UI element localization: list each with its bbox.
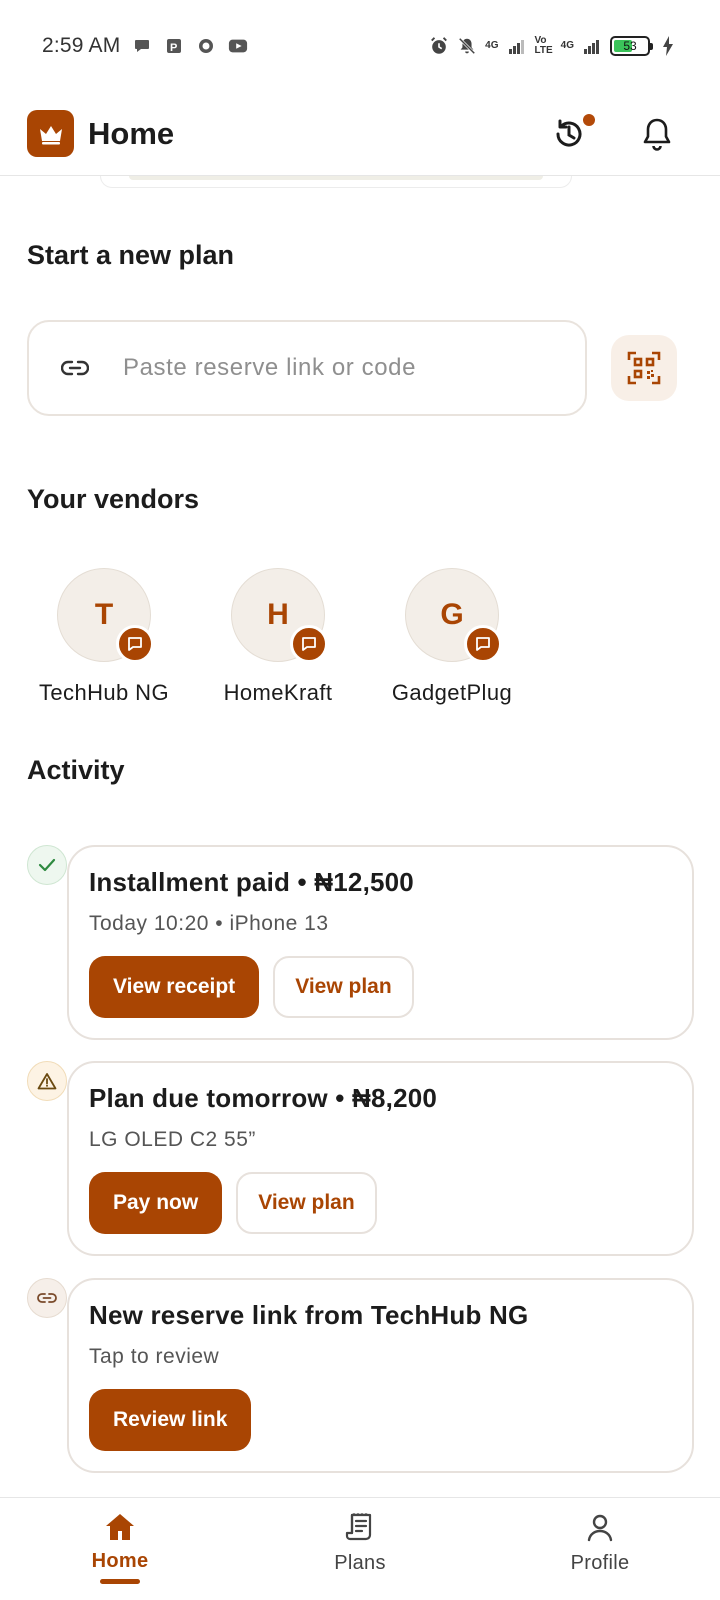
battery-percent: 53 (623, 39, 637, 53)
vendor-chat-button[interactable] (290, 625, 328, 663)
nav-item-home[interactable]: Home (40, 1512, 200, 1584)
collapsed-card-edge (100, 176, 572, 188)
app-notification-icon (196, 36, 216, 56)
network-label-1: 4G (485, 40, 499, 51)
chat-icon (476, 637, 490, 651)
qr-code-icon (627, 351, 661, 385)
youtube-icon (228, 36, 248, 56)
vendor-avatar: G (405, 568, 502, 663)
activity-title: Plan due tomorrow • ₦8,200 (89, 1083, 438, 1113)
parking-app-icon: P (164, 36, 184, 56)
receipt-icon (345, 1513, 372, 1541)
vendor-avatar: H (231, 568, 328, 663)
link-status-icon (27, 1278, 67, 1318)
activity-subtitle: Tap to review (89, 1345, 220, 1368)
vendor-name: HomeKraft (223, 680, 333, 705)
activity-actions: Review link (89, 1389, 672, 1451)
success-status-icon (27, 845, 67, 885)
active-tab-indicator (100, 1579, 140, 1584)
signal-icon (507, 36, 527, 56)
vendor-avatar: T (57, 568, 154, 663)
activity-card: Installment paid • ₦12,500 Today 10:20 •… (67, 845, 694, 1040)
vendors-heading: Your vendors (27, 484, 200, 514)
bell-icon (643, 118, 671, 151)
activity-heading: Activity (27, 755, 125, 785)
home-icon (106, 1514, 134, 1540)
reserve-link-input[interactable] (123, 354, 543, 382)
scan-qr-button[interactable] (611, 335, 677, 401)
status-bar-right: 4G Vo LTE 4G 53 (429, 36, 678, 56)
signal-icon-2 (582, 36, 602, 56)
activity-actions: Pay now View plan (89, 1172, 672, 1234)
activity-card: New reserve link from TechHub NG Tap to … (67, 1278, 694, 1473)
history-button[interactable] (547, 112, 595, 156)
nav-label-plans: Plans (334, 1552, 386, 1574)
link-icon (61, 360, 89, 376)
alarm-icon (429, 36, 449, 56)
pay-now-button[interactable]: Pay now (89, 1172, 223, 1234)
status-time: 2:59 AM (42, 34, 121, 57)
link-icon (37, 1293, 57, 1303)
view-plan-button[interactable]: View plan (273, 956, 414, 1018)
page-title: Home (88, 115, 175, 151)
status-bar: 2:59 AM P 4G Vo LTE 4G 53 (0, 0, 720, 92)
vendor-item[interactable]: T TechHub NG (16, 568, 192, 706)
vendor-item[interactable]: H HomeKraft (190, 568, 366, 706)
app-bar: Home (0, 92, 720, 176)
reserve-link-field[interactable] (27, 320, 587, 416)
vendor-chat-button[interactable] (464, 625, 502, 663)
vendor-initial: H (267, 598, 289, 631)
history-icon (556, 119, 582, 147)
nav-label-profile: Profile (570, 1552, 630, 1574)
network-indicator-2: 4G (561, 41, 574, 51)
vendor-item[interactable]: G GadgetPlug (364, 568, 540, 706)
mute-bell-icon (457, 36, 477, 56)
chat-notification-icon (132, 36, 152, 56)
nav-item-plans[interactable]: Plans (280, 1512, 440, 1575)
vendor-initial: G (440, 598, 464, 631)
volte-label: Vo LTE (534, 35, 553, 56)
notification-dot (583, 113, 595, 126)
vendor-name: GadgetPlug (391, 680, 513, 705)
activity-subtitle: Today 10:20 • iPhone 13 (89, 912, 329, 935)
review-link-button[interactable]: Review link (89, 1389, 252, 1451)
nav-item-profile[interactable]: Profile (520, 1512, 680, 1575)
chat-icon (302, 637, 316, 651)
warning-status-icon (27, 1061, 67, 1101)
check-icon (38, 858, 56, 872)
bottom-navigation: Home Plans Profile (0, 1497, 720, 1600)
activity-title: Installment paid • ₦12,500 (89, 867, 414, 897)
activity-card: Plan due tomorrow • ₦8,200 LG OLED C2 55… (67, 1061, 694, 1256)
volte-indicator: Vo LTE (535, 36, 553, 56)
crown-icon (27, 110, 74, 157)
svg-text:P: P (170, 42, 177, 54)
charging-icon (658, 36, 678, 56)
nav-label-home: Home (91, 1550, 149, 1572)
notifications-button[interactable] (635, 112, 679, 156)
warning-icon (37, 1073, 57, 1090)
chat-icon (128, 637, 142, 651)
vendor-name: TechHub NG (39, 680, 169, 705)
start-plan-heading: Start a new plan (27, 240, 235, 270)
network-label-2: 4G (560, 40, 574, 51)
activity-actions: View receipt View plan (89, 956, 672, 1018)
activity-subtitle: LG OLED C2 55” (89, 1128, 256, 1151)
battery-indicator: 53 (610, 36, 653, 56)
network-indicator-1: 4G (485, 41, 498, 51)
vendor-chat-button[interactable] (116, 625, 154, 663)
activity-title: New reserve link from TechHub NG (89, 1300, 529, 1330)
view-plan-button[interactable]: View plan (236, 1172, 377, 1234)
app-bar-actions (547, 112, 693, 156)
status-bar-left: 2:59 AM P (42, 34, 248, 58)
vendor-initial: T (94, 598, 114, 631)
view-receipt-button[interactable]: View receipt (89, 956, 260, 1018)
user-icon (587, 1514, 613, 1542)
